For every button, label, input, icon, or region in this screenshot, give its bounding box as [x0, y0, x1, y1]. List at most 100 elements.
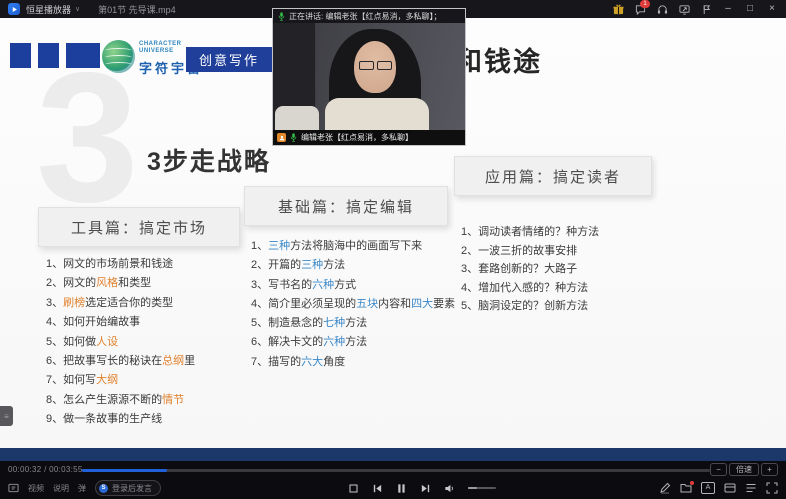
screencast-icon[interactable]	[678, 3, 690, 15]
slide-heading: 3步走战略	[147, 142, 271, 178]
danmaku-label-video[interactable]: 视频	[28, 483, 44, 494]
section-basics: 基础篇：搞定编辑 1、三种方法将脑海中的画面写下来2、开篇的三种方法3、写书名的…	[244, 186, 459, 372]
webcam-overlay[interactable]: 正在讲话: 编辑老张【红点易消，多私聊】； 编辑老张【红点易消，多私聊】	[272, 8, 466, 146]
webcam-video	[273, 23, 465, 130]
section-title-box: 基础篇：搞定编辑	[244, 186, 448, 226]
messages-icon[interactable]: 1	[634, 3, 646, 15]
decor-rect-1	[10, 43, 31, 68]
headset-icon[interactable]	[656, 3, 668, 15]
slide-footer-bar	[0, 448, 786, 461]
decor-rect-3	[66, 43, 100, 68]
player-tools: A	[659, 477, 778, 499]
list-item: 1、调动读者情绪的？种方法	[461, 223, 659, 242]
list-item: 8、怎么产生源源不断的情节	[46, 391, 248, 410]
gift-icon[interactable]	[612, 3, 624, 15]
app-mini-logo: S	[99, 484, 108, 493]
danmaku-group: 视频 说明 弹 S 登录后发言	[8, 477, 161, 499]
list-item: 7、如何写大纲	[46, 371, 248, 390]
stop-button[interactable]	[348, 483, 359, 494]
progress-bar[interactable]	[82, 469, 710, 472]
display-icon[interactable]	[8, 483, 19, 493]
speaking-indicator-bar: 正在讲话: 编辑老张【红点易消，多私聊】；	[273, 9, 465, 23]
danmaku-input[interactable]: S 登录后发言	[95, 480, 161, 496]
section-title: 应用篇：搞定读者	[485, 166, 621, 187]
list-item: 6、解决卡文的六种方法	[251, 333, 459, 352]
speed-control: − 倍速 +	[710, 463, 778, 476]
course-banner: 创意写作	[186, 47, 272, 72]
volume-slider[interactable]	[468, 487, 496, 489]
transport-controls	[348, 477, 496, 499]
app-name[interactable]: 恒星播放器	[26, 3, 71, 16]
progress-fill	[82, 469, 167, 472]
list-item: 2、网文的风格和类型	[46, 274, 248, 293]
file-name: 第01节 先导课.mp4	[98, 3, 176, 16]
notification-badge: 1	[640, 0, 650, 8]
list-item: 3、写书名的六种方式	[251, 276, 459, 295]
speed-label-button[interactable]: 倍速	[729, 463, 759, 476]
titlebar-actions: 1 – □ ×	[612, 0, 778, 18]
minimize-button[interactable]: –	[722, 0, 734, 18]
close-button[interactable]: ×	[766, 0, 778, 18]
list-item: 9、做一条故事的生产线	[46, 410, 248, 429]
screenshot-edit-icon[interactable]	[659, 482, 671, 494]
speed-decrease-button[interactable]: −	[710, 463, 727, 476]
chevron-down-icon[interactable]: ∨	[75, 5, 80, 13]
brand-name-en: CHARACTER UNIVERSE	[139, 41, 182, 55]
section-title-box: 应用篇：搞定读者	[454, 156, 652, 196]
person-glasses	[359, 61, 392, 70]
side-panel-toggle[interactable]: ≡	[0, 406, 13, 426]
microphone-icon	[278, 12, 285, 21]
person-shirt	[325, 98, 429, 130]
playbox-icon[interactable]	[724, 482, 736, 494]
app-logo-icon[interactable]	[8, 3, 20, 15]
list-item: 6、把故事写长的秘诀在总纲里	[46, 352, 248, 371]
next-button[interactable]	[420, 483, 431, 494]
feedback-flag-icon[interactable]	[700, 3, 712, 15]
list-item: 5、制造悬念的七种方法	[251, 314, 459, 333]
webcam-name-bar: 编辑老张【红点易消，多私聊】	[273, 130, 465, 145]
partial-lesson-title: 和钱途	[455, 40, 542, 79]
fullscreen-icon[interactable]	[766, 482, 778, 494]
list-item: 3、刷榜选定适合你的类型	[46, 294, 248, 313]
danmaku-label-info[interactable]: 说明	[53, 483, 69, 494]
list-item: 4、如何开始编故事	[46, 313, 248, 332]
section-title-box: 工具篇：搞定市场	[38, 207, 240, 247]
list-item: 2、开篇的三种方法	[251, 256, 459, 275]
section-title: 基础篇：搞定编辑	[278, 196, 414, 217]
participant-name: 编辑老张【红点易消，多私聊】	[301, 132, 413, 143]
section-title: 工具篇：搞定市场	[71, 217, 207, 238]
section-list: 1、调动读者情绪的？种方法2、一波三折的故事安排3、套路创新的？大路子4、增加代…	[461, 223, 659, 316]
playlist-icon[interactable]	[745, 482, 757, 494]
list-item: 5、如何做人设	[46, 333, 248, 352]
control-bar: 00:00:32 / 00:03:55 − 倍速 + 视频 说明 弹 S 登录后…	[0, 461, 786, 499]
list-item: 7、描写的六大角度	[251, 353, 459, 372]
section-list: 1、网文的市场前景和钱途2、网文的风格和类型3、刷榜选定适合你的类型4、如何开始…	[46, 255, 248, 430]
section-application: 应用篇：搞定读者 1、调动读者情绪的？种方法2、一波三折的故事安排3、套路创新的…	[454, 156, 659, 316]
brand-globe-icon	[102, 40, 135, 73]
list-item: 4、增加代入感的？种方法	[461, 279, 659, 298]
volume-icon[interactable]	[444, 483, 455, 494]
maximize-button[interactable]: □	[744, 0, 756, 18]
microphone-icon	[290, 133, 297, 142]
decor-rect-2	[38, 43, 59, 68]
folder-alert-dot	[690, 481, 694, 485]
folder-icon[interactable]	[680, 482, 692, 494]
list-item: 3、套路创新的？大路子	[461, 260, 659, 279]
list-item: 2、一波三折的故事安排	[461, 242, 659, 261]
previous-button[interactable]	[372, 483, 383, 494]
danmaku-toggle[interactable]: 弹	[78, 483, 86, 494]
menu-icon: ≡	[4, 412, 9, 421]
control-bar-row2: 视频 说明 弹 S 登录后发言	[0, 477, 786, 499]
list-item: 1、三种方法将脑海中的画面写下来	[251, 237, 459, 256]
background-bedding	[275, 106, 319, 130]
section-list: 1、三种方法将脑海中的画面写下来2、开篇的三种方法3、写书名的六种方式4、简介里…	[251, 237, 459, 372]
time-display: 00:00:32 / 00:03:55	[8, 465, 83, 474]
section-tools: 工具篇：搞定市场 1、网文的市场前景和钱途2、网文的风格和类型3、刷榜选定适合你…	[38, 207, 248, 430]
danmaku-input-placeholder: 登录后发言	[112, 483, 152, 494]
list-item: 4、简介里必须呈现的五块内容和四大要素	[251, 295, 459, 314]
speed-increase-button[interactable]: +	[761, 463, 778, 476]
list-item: 1、网文的市场前景和钱途	[46, 255, 248, 274]
subtitle-icon[interactable]: A	[701, 482, 715, 494]
list-item: 5、脑洞设定的？创新方法	[461, 297, 659, 316]
pause-button[interactable]	[396, 483, 407, 494]
